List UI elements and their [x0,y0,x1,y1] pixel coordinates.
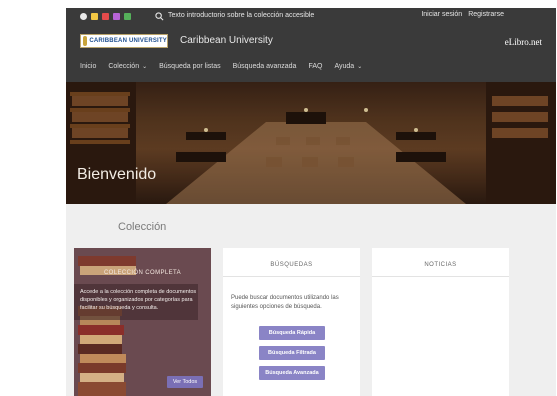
edit-icon[interactable] [91,13,98,20]
chevron-down-icon: ⌄ [142,64,148,70]
nav-item-faq[interactable]: FAQ [308,63,322,70]
platform-logo[interactable]: eLibro.net [505,37,542,47]
page: Texto introductorio sobre la colección a… [66,8,556,396]
divider [372,276,509,277]
search-icon[interactable] [155,12,164,21]
advanced-search-button[interactable]: Búsqueda Avanzada [259,366,325,380]
view-all-button[interactable]: Ver Todos [167,376,203,388]
grid-icon[interactable] [124,13,131,20]
chevron-down-icon: ⌄ [357,64,363,70]
news-card: NOTICIAS [372,248,509,396]
library-image [66,82,556,204]
searches-card-title: BÚSQUEDAS [270,262,313,268]
divider [223,276,360,277]
auth-links: Iniciar sesión Registrarse [421,11,504,18]
nav-item-busqueda-avanzada[interactable]: Búsqueda avanzada [233,63,297,70]
university-name: Caribbean University [180,35,273,46]
quick-search-button[interactable]: Búsqueda Rápida [259,326,325,340]
collection-card-title: COLECCIÓN COMPLETA [103,270,182,276]
accessibility-icons [80,13,131,20]
collection-card: COLECCIÓN COMPLETA Accede a la colección… [74,248,211,396]
top-bar: Texto introductorio sobre la colección a… [66,8,556,28]
crest-icon [83,36,88,46]
browser-frame: Texto introductorio sobre la colección a… [0,0,557,396]
nav-item-ayuda[interactable]: Ayuda ⌄ [334,63,362,70]
news-card-title: NOTICIAS [424,262,457,268]
collection-notice: Texto introductorio sobre la colección a… [168,12,315,19]
site-header: Texto introductorio sobre la colección a… [66,8,556,82]
searches-description: Puede buscar documentos utilizando las s… [231,295,339,310]
nav-item-inicio[interactable]: Inicio [80,63,96,70]
welcome-heading: Bienvenido [77,166,157,183]
login-link[interactable]: Iniciar sesión [421,11,462,18]
searches-card: BÚSQUEDAS Puede buscar documentos utiliz… [223,248,360,396]
filtered-search-button[interactable]: Búsqueda Filtrada [259,346,325,360]
brand-row: CARIBBEAN UNIVERSITY Caribbean Universit… [66,32,556,54]
accessibility-icon[interactable] [80,13,87,20]
nav-item-coleccion[interactable]: Colección ⌄ [108,63,147,70]
nav-item-busqueda-listas[interactable]: Búsqueda por listas [159,63,220,70]
collection-description: Accede a la colección completa de docume… [80,289,197,311]
section-title: Colección [118,221,167,233]
color-icon[interactable] [102,13,109,20]
register-link[interactable]: Registrarse [468,11,504,18]
contrast-icon[interactable] [113,13,120,20]
hero-banner: Bienvenido [66,82,556,204]
university-logo[interactable]: CARIBBEAN UNIVERSITY [80,34,168,48]
logo-text: CARIBBEAN UNIVERSITY [89,38,167,44]
main-nav: Inicio Colección ⌄ Búsqueda por listas Bú… [80,63,362,70]
